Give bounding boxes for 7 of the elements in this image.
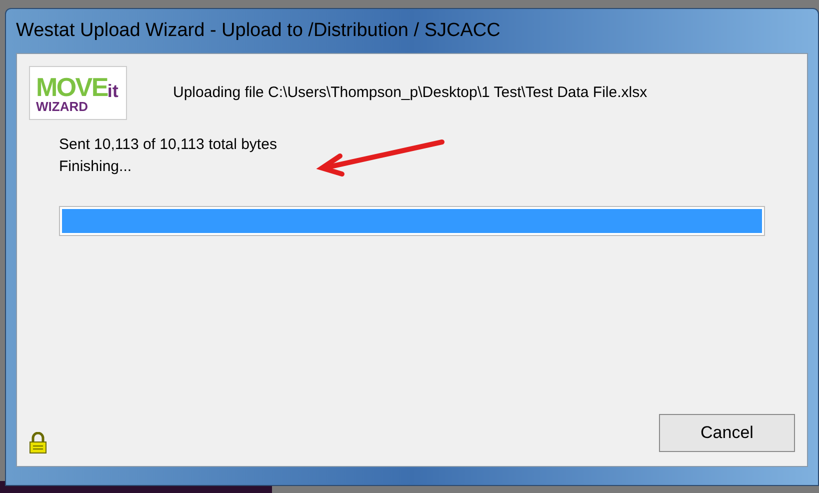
- upload-file-text: Uploading file C:\Users\Thompson_p\Desktop\1 Test\Test Data File.xlsx: [173, 82, 648, 103]
- status-text: Sent 10,113 of 10,113 total bytes: [59, 135, 277, 155]
- logo: MOVEit WIZARD: [29, 66, 127, 120]
- cancel-button[interactable]: Cancel: [659, 414, 795, 452]
- padlock-icon: [29, 432, 47, 454]
- window-title: Westat Upload Wizard - Upload to /Distribution / SJCACC: [16, 18, 500, 43]
- status-text: Finishing...: [59, 157, 132, 177]
